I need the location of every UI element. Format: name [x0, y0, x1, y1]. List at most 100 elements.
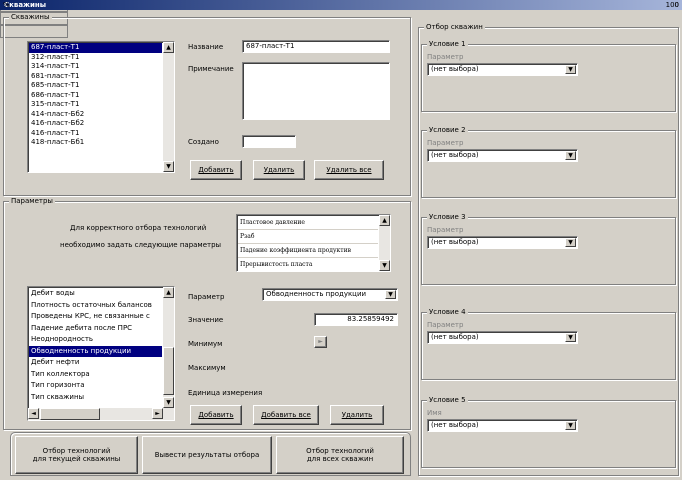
list-item[interactable]: 686-пласт-Т1: [29, 91, 162, 101]
value-label: Значение: [188, 316, 224, 324]
condition-field-label: Параметр: [427, 53, 464, 61]
param-select-value: Обводненность продукции: [266, 290, 367, 298]
params-list-hscrollbar[interactable]: ◄ ►: [28, 408, 174, 420]
note-textarea[interactable]: [242, 62, 390, 120]
condition-select-value: (нет выбора): [431, 333, 479, 341]
param-label: Параметр: [188, 293, 225, 301]
condition-title: Условие 2: [427, 126, 468, 135]
params-add-all-button-label: Добавить все: [261, 411, 311, 419]
list-item[interactable]: Тип коллектора: [29, 369, 162, 381]
param-select[interactable]: Обводненность продукции ▼: [262, 288, 398, 301]
list-item[interactable]: Рзаб: [238, 230, 378, 244]
condition-select[interactable]: (нет выбора) ▼: [427, 149, 578, 162]
min-label: Минимум: [188, 340, 223, 348]
condition-select-value: (нет выбора): [431, 421, 479, 429]
list-item[interactable]: Дебит нефти: [29, 357, 162, 369]
wells-add-button[interactable]: Добавить: [190, 160, 242, 180]
list-item[interactable]: Падение дебита после ПРС: [29, 323, 162, 335]
select-current-well-button[interactable]: Отбор технологий для текущей скважины: [15, 436, 138, 474]
list-item[interactable]: Обводненность продукции: [29, 345, 162, 357]
condition-field-label: Параметр: [427, 139, 464, 147]
condition-title: Условие 5: [427, 396, 468, 405]
params-add-button[interactable]: Добавить: [190, 405, 242, 425]
condition-select[interactable]: (нет выбора) ▼: [427, 419, 578, 432]
params-list-scrollbar[interactable]: ▲ ▼: [163, 287, 174, 408]
chevron-down-icon[interactable]: ▼: [565, 333, 576, 342]
required-params-scrollbar[interactable]: ▲ ▼: [379, 215, 390, 271]
list-item[interactable]: 314-пласт-Т1: [29, 62, 162, 72]
condition-select[interactable]: (нет выбора) ▼: [427, 63, 578, 76]
list-item[interactable]: 416-пласт-Т1: [29, 129, 162, 139]
value-input[interactable]: 83.25859492: [314, 313, 398, 326]
params-info-line2: необходимо задать следующие параметры: [60, 241, 222, 249]
scroll-left-icon[interactable]: ◄: [28, 408, 39, 419]
wells-delete-button[interactable]: Удалить: [253, 160, 305, 180]
wells-delete-all-button[interactable]: Удалить все: [314, 160, 384, 180]
condition-select[interactable]: (нет выбора) ▼: [427, 331, 578, 344]
created-input[interactable]: [242, 135, 296, 148]
list-item[interactable]: Тип горизонта: [29, 380, 162, 392]
scroll-down-icon[interactable]: ▼: [379, 260, 390, 271]
window-title: Скважины: [0, 0, 682, 10]
chevron-down-icon[interactable]: ▼: [565, 65, 576, 74]
chevron-down-icon[interactable]: ▼: [565, 151, 576, 160]
max-field-value: 100: [665, 1, 679, 9]
output-results-button[interactable]: Вывести результаты отбора: [142, 436, 272, 474]
list-item[interactable]: Падение коэффициента продуктив: [238, 244, 378, 258]
condition-title: Условие 4: [427, 308, 468, 317]
list-item[interactable]: Пластовое давление: [238, 216, 378, 230]
wells-list[interactable]: 687-пласт-Т1 312-пласт-Т1 314-пласт-Т1 681-…: [27, 41, 175, 173]
chevron-down-icon[interactable]: ▼: [385, 290, 396, 299]
required-params-list[interactable]: Пластовое давление Рзаб Падение коэффициен…: [236, 214, 391, 272]
condition-title: Условие 1: [427, 40, 468, 49]
params-group-title: Параметры: [9, 197, 55, 206]
unit-label: Единица измерения: [188, 389, 263, 397]
list-item[interactable]: 414-пласт-Бб2: [29, 110, 162, 120]
max-label: Максимум: [188, 364, 226, 372]
name-label: Название: [188, 43, 224, 51]
list-item[interactable]: 685-пласт-Т1: [29, 81, 162, 91]
wells-delete-button-label: Удалить: [263, 166, 295, 174]
chevron-down-icon[interactable]: ▼: [565, 238, 576, 247]
list-item[interactable]: 312-пласт-Т1: [29, 53, 162, 63]
scroll-up-icon[interactable]: ▲: [163, 287, 174, 298]
wells-list-scrollbar[interactable]: ▲ ▼: [163, 42, 174, 172]
list-item[interactable]: 681-пласт-Т1: [29, 72, 162, 82]
wells-delete-all-button-label: Удалить все: [326, 166, 372, 174]
condition-field-label: Параметр: [427, 321, 464, 329]
value-input-value: 83.25859492: [347, 315, 394, 323]
params-hscroll-thumb[interactable]: [40, 408, 100, 420]
list-item[interactable]: 315-пласт-Т1: [29, 100, 162, 110]
condition-field-label: Параметр: [427, 226, 464, 234]
selection-group-title: Отбор скважин: [424, 23, 485, 32]
list-item[interactable]: 416-пласт-Бб2: [29, 119, 162, 129]
params-delete-button[interactable]: Удалить: [330, 405, 384, 425]
params-scroll-thumb[interactable]: [163, 347, 174, 395]
scroll-down-icon[interactable]: ▼: [163, 161, 174, 172]
condition-select[interactable]: (нет выбора) ▼: [427, 236, 578, 249]
list-item[interactable]: Проведены КРС, не связанные с: [29, 311, 162, 323]
list-item[interactable]: Плотность остаточных балансов: [29, 300, 162, 312]
scroll-up-icon[interactable]: ▲: [379, 215, 390, 226]
list-item[interactable]: Прерывистость пласта: [238, 258, 378, 271]
list-item[interactable]: 687-пласт-Т1: [29, 43, 162, 53]
condition-select-value: (нет выбора): [431, 151, 479, 159]
select-all-wells-button[interactable]: Отбор технологий для всех скважин: [276, 436, 404, 474]
scroll-up-icon[interactable]: ▲: [163, 42, 174, 53]
scroll-down-icon[interactable]: ▼: [163, 397, 174, 408]
name-input[interactable]: 687-пласт-Т1: [242, 40, 390, 53]
params-list[interactable]: Дебит воды Плотность остаточных балансов П…: [27, 286, 175, 421]
list-item[interactable]: Дебит воды: [29, 288, 162, 300]
list-item[interactable]: Неоднородность: [29, 334, 162, 346]
params-add-all-button[interactable]: Добавить все: [253, 405, 319, 425]
condition-select-value: (нет выбора): [431, 238, 479, 246]
scroll-right-icon[interactable]: ►: [152, 408, 163, 419]
list-item[interactable]: Тип скважины: [29, 392, 162, 404]
list-item[interactable]: 418-пласт-Бб1: [29, 138, 162, 148]
params-delete-button-label: Удалить: [341, 411, 373, 419]
spin-icon[interactable]: ►: [314, 336, 327, 348]
chevron-down-icon[interactable]: ▼: [565, 421, 576, 430]
unit-field-value: %: [3, 1, 10, 9]
wells-add-button-label: Добавить: [198, 166, 234, 174]
condition-group-5: Условие 5: [421, 396, 676, 468]
